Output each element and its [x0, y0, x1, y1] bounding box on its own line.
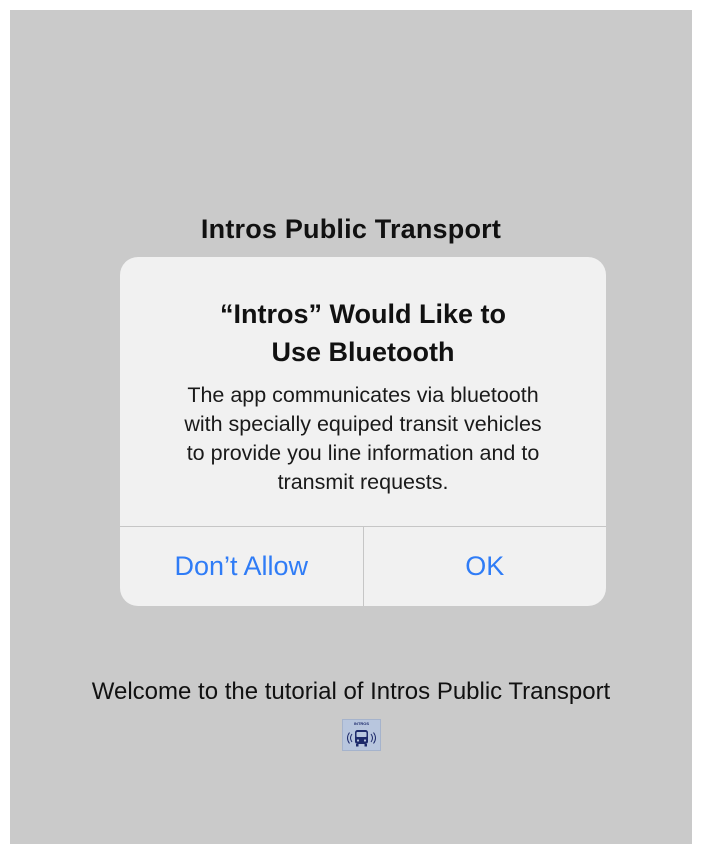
dialog-actions: Don’t Allow OK [120, 526, 606, 606]
dialog-body: “Intros” Would Like to Use Bluetooth The… [120, 257, 606, 527]
app-logo: INTROS [342, 719, 381, 751]
app-screen: Intros Public Transport “Intros” Would L… [10, 10, 692, 844]
app-title: Intros Public Transport [200, 214, 502, 244]
ok-button[interactable]: OK [362, 527, 607, 606]
dialog-title-line-2: Use Bluetooth [271, 337, 455, 367]
dialog-message-line-2: with specially equiped transit vehicles [184, 412, 542, 436]
dialog-title-line-1: “Intros” Would Like to [220, 299, 506, 329]
bluetooth-permission-dialog: “Intros” Would Like to Use Bluetooth The… [120, 257, 606, 606]
welcome-text: Welcome to the tutorial of Intros Public… [91, 678, 611, 705]
dialog-message: The app communicates via bluetooth with … [148, 381, 578, 497]
dialog-message-line-4: transmit requests. [277, 470, 449, 494]
dialog-message-line-3: to provide you line information and to [186, 441, 540, 465]
dialog-title: “Intros” Would Like to Use Bluetooth [140, 295, 586, 371]
dont-allow-button[interactable]: Don’t Allow [120, 527, 363, 606]
dialog-message-line-1: The app communicates via bluetooth [187, 383, 539, 407]
bus-bluetooth-icon [347, 730, 376, 747]
